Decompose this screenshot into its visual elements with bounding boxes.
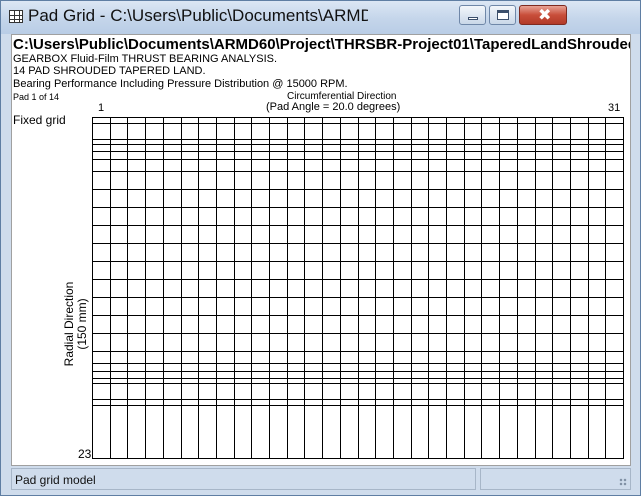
title-bar[interactable]: Pad Grid - C:\Users\Public\Documents\ARM… [1, 1, 640, 34]
grid-icon[interactable] [9, 10, 23, 23]
status-bar: Pad grid model [11, 468, 631, 490]
maximize-button[interactable] [489, 5, 516, 25]
description-line-3: Bearing Performance Including Pressure D… [13, 78, 348, 90]
grid-view[interactable]: C:\Users\Public\Documents\ARMD60\Project… [11, 34, 631, 466]
grid-type-label: Fixed grid [13, 113, 66, 127]
status-pane [480, 468, 631, 490]
first-column-number: 1 [98, 102, 105, 114]
status-text: Pad grid model [11, 468, 476, 490]
close-icon: ✖ [538, 5, 552, 24]
radial-size: (150 mm) [75, 298, 89, 350]
last-column-number: 31 [608, 102, 621, 114]
pad-grid [92, 117, 624, 459]
description-line-1: GEARBOX Fluid-Film THRUST BEARING ANALYS… [13, 53, 278, 65]
close-button[interactable]: ✖ [519, 5, 567, 25]
pad-grid-window: Pad Grid - C:\Users\Public\Documents\ARM… [0, 0, 641, 496]
resize-grip-icon[interactable] [619, 478, 627, 486]
pad-angle-label: (Pad Angle = 20.0 degrees) [266, 101, 401, 113]
maximize-icon [497, 10, 509, 20]
pad-label: Pad 1 of 14 [13, 92, 60, 102]
window-title: Pad Grid - C:\Users\Public\Documents\ARM… [28, 6, 368, 25]
description-line-2: 14 PAD SHROUDED TAPERED LAND. [13, 65, 206, 77]
last-row-number: 23 [78, 447, 92, 461]
project-path: C:\Users\Public\Documents\ARMD60\Project… [13, 36, 631, 53]
minimize-icon [468, 17, 478, 20]
minimize-button[interactable] [459, 5, 486, 25]
